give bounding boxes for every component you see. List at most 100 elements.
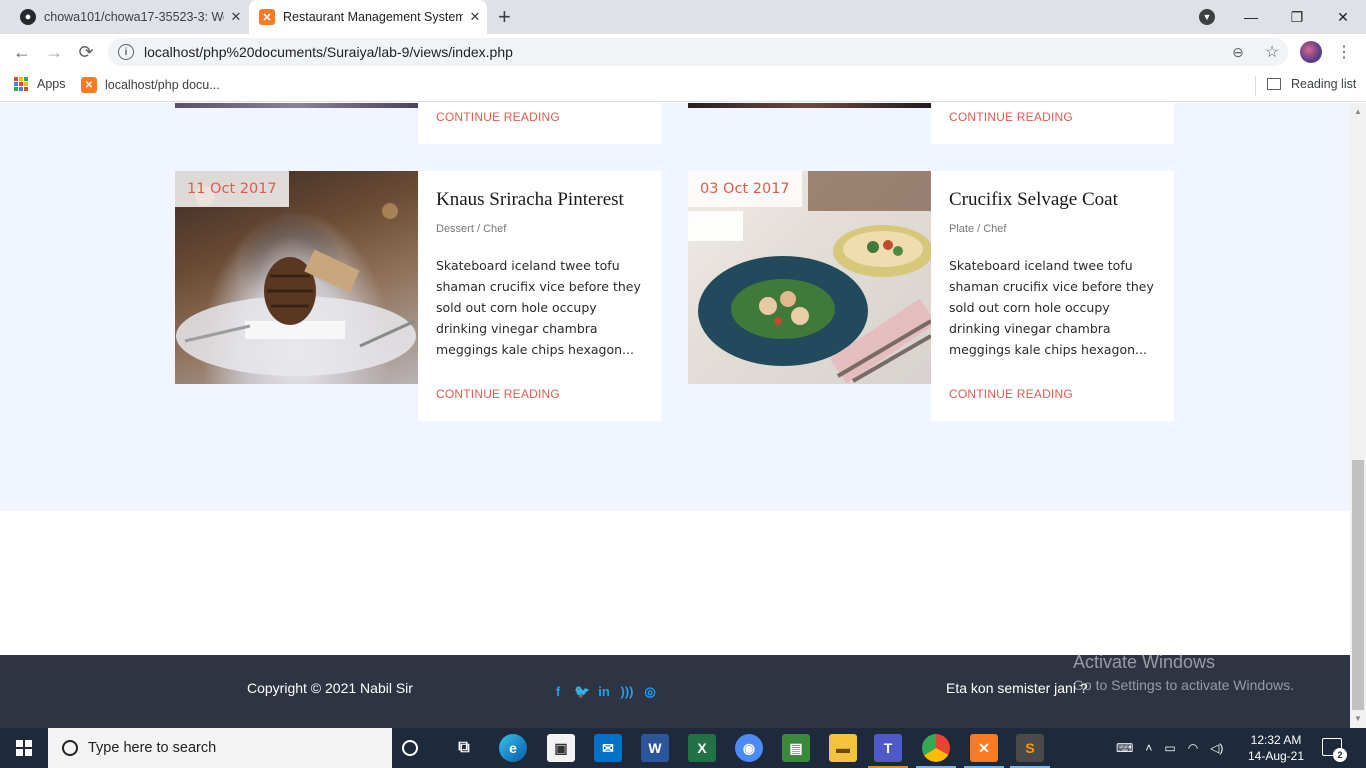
divider <box>1255 76 1256 96</box>
post-image <box>175 103 418 108</box>
post-card-body: Knaus Sriracha Pinterest Dessert / Chef … <box>418 171 661 421</box>
chevron-up-icon[interactable]: ˄ <box>1145 741 1152 755</box>
continue-reading-link[interactable]: CONTINUE READING <box>436 110 560 124</box>
apps-label: Apps <box>37 77 66 91</box>
url-text[interactable]: localhost/php%20documents/Suraiya/lab-9/… <box>144 44 1228 60</box>
minimize-button[interactable]: — <box>1228 0 1274 34</box>
copyright-text: Copyright © 2021 Nabil Sir <box>247 680 413 696</box>
new-tab-button[interactable]: + <box>498 6 511 28</box>
keyboard-icon[interactable]: ⌨ <box>1116 741 1133 755</box>
post-excerpt: Skateboard iceland twee tofu shaman cruc… <box>949 258 1154 357</box>
site-info-icon[interactable]: i <box>118 44 134 60</box>
start-button[interactable] <box>0 728 48 768</box>
apps-grid-icon <box>14 77 28 91</box>
mail-icon[interactable]: ✉ <box>594 734 622 762</box>
close-tab-icon[interactable]: ✕ <box>224 9 248 25</box>
profile-avatar[interactable] <box>1300 41 1322 63</box>
tab-title: chowa101/chowa17-35523-3: We <box>44 10 224 24</box>
sublime-icon[interactable]: S <box>1016 734 1044 762</box>
bookmark-star-icon[interactable]: ☆ <box>1262 42 1282 62</box>
tab-github[interactable]: ● chowa101/chowa17-35523-3: We ✕ <box>8 0 248 34</box>
xampp-icon: ✕ <box>259 9 275 25</box>
clock-date: 14-Aug-21 <box>1247 749 1305 763</box>
browser-tab-bar: ● chowa101/chowa17-35523-3: We ✕ ✕ Resta… <box>0 0 1366 34</box>
post-excerpt: Skateboard iceland twee tofu shaman cruc… <box>436 258 641 357</box>
search-placeholder: Type here to search <box>88 740 217 756</box>
post-title[interactable]: Knaus Sriracha Pinterest <box>436 189 624 211</box>
activate-windows-watermark: Activate Windows Go to Settings to activ… <box>1073 652 1294 693</box>
post-meta: Plate / Chef <box>949 223 1007 235</box>
tab-restaurant[interactable]: ✕ Restaurant Management System ✕ <box>249 0 487 34</box>
scroll-thumb[interactable] <box>1352 460 1364 710</box>
word-icon[interactable]: W <box>641 734 669 762</box>
watermark-subtitle: Go to Settings to activate Windows. <box>1073 677 1294 693</box>
bookmarks-bar: Apps ✕ localhost/php docu... Reading lis… <box>0 70 1366 102</box>
localhost-label: localhost/php docu... <box>105 78 220 92</box>
footer-right-text: Eta kon semister jani ? <box>946 680 1088 696</box>
dribbble-icon[interactable]: ◎ <box>643 684 657 700</box>
wifi-icon[interactable]: ◠ <box>1188 741 1198 755</box>
system-tray: ⌨ ˄ ▭ ◠ ◁) <box>1116 728 1223 768</box>
tab-search-icon[interactable]: ▼ <box>1199 9 1215 25</box>
tab-title: Restaurant Management System <box>283 10 463 24</box>
chrome-icon[interactable] <box>922 734 950 762</box>
back-button[interactable]: ← <box>10 40 34 64</box>
edge-icon[interactable]: e <box>499 734 527 762</box>
post-image <box>688 103 931 108</box>
apps-bookmark[interactable]: Apps <box>14 77 66 91</box>
task-view-icon[interactable]: ⧉ <box>450 734 478 762</box>
scroll-down-arrow-icon[interactable]: ▼ <box>1354 714 1362 723</box>
search-icon <box>62 740 78 756</box>
battery-icon[interactable]: ▭ <box>1164 741 1175 755</box>
restore-button[interactable]: ❐ <box>1274 0 1320 34</box>
continue-reading-link[interactable]: CONTINUE READING <box>436 387 560 401</box>
zoom-icon[interactable]: ⊖ <box>1228 44 1248 61</box>
address-bar[interactable]: i localhost/php%20documents/Suraiya/lab-… <box>108 38 1288 66</box>
windows-taskbar: Type here to search ⧉ e ▣ ✉ W X ◉ ▤ ▬ T … <box>0 728 1366 768</box>
facebook-icon[interactable]: f <box>551 684 565 700</box>
scroll-up-arrow-icon[interactable]: ▲ <box>1354 107 1362 116</box>
xampp-icon: ✕ <box>81 77 97 93</box>
browser-menu-icon[interactable]: ⋮ <box>1336 42 1352 62</box>
store-icon[interactable]: ▣ <box>547 734 575 762</box>
post-date-badge: 03 Oct 2017 <box>688 171 802 207</box>
volume-icon[interactable]: ◁) <box>1210 741 1223 755</box>
github-icon: ● <box>20 9 36 25</box>
twitter-icon[interactable]: 🐦 <box>574 684 590 700</box>
post-image[interactable]: 11 Oct 2017 <box>175 171 418 384</box>
cortana-icon[interactable] <box>402 740 418 756</box>
forward-button[interactable]: → <box>42 40 66 64</box>
post-title[interactable]: Crucifix Selvage Coat <box>949 189 1118 211</box>
chromium-icon[interactable]: ◉ <box>735 734 763 762</box>
linkedin-icon[interactable]: in <box>597 684 611 700</box>
close-tab-icon[interactable]: ✕ <box>463 9 487 25</box>
post-card-body: Crucifix Selvage Coat Plate / Chef Skate… <box>931 171 1174 421</box>
taskbar-search[interactable]: Type here to search <box>48 728 392 768</box>
file-explorer-icon[interactable]: ▬ <box>829 734 857 762</box>
localhost-bookmark[interactable]: ✕ localhost/php docu... <box>81 77 220 93</box>
social-links: f 🐦 in ))) ◎ <box>551 684 657 700</box>
page-scrollbar[interactable]: ▲ ▼ <box>1350 103 1366 728</box>
post-card-body: CONTINUE READING <box>418 103 661 144</box>
page-viewport: CONTINUE READING CONTINUE READING 11 Oct… <box>0 103 1350 728</box>
post-image[interactable]: 03 Oct 2017 <box>688 171 931 384</box>
reading-list-icon <box>1267 78 1281 90</box>
window-close-button[interactable]: ✕ <box>1320 0 1366 34</box>
rss-icon[interactable]: ))) <box>620 684 634 700</box>
watermark-title: Activate Windows <box>1073 652 1216 672</box>
app-icon[interactable]: ▤ <box>782 734 810 762</box>
continue-reading-link[interactable]: CONTINUE READING <box>949 387 1073 401</box>
post-date-badge: 11 Oct 2017 <box>175 171 289 207</box>
excel-icon[interactable]: X <box>688 734 716 762</box>
blog-section: CONTINUE READING CONTINUE READING 11 Oct… <box>0 103 1350 511</box>
taskbar-clock[interactable]: 12:32 AM 14-Aug-21 <box>1246 732 1306 764</box>
post-meta: Dessert / Chef <box>436 223 507 235</box>
reading-list-button[interactable]: Reading list <box>1267 77 1356 91</box>
clock-time: 12:32 AM <box>1250 733 1302 747</box>
reload-button[interactable]: ⟳ <box>74 40 98 64</box>
continue-reading-link[interactable]: CONTINUE READING <box>949 110 1073 124</box>
xampp-icon[interactable]: ✕ <box>970 734 998 762</box>
windows-logo-icon <box>16 740 32 756</box>
teams-icon[interactable]: T <box>874 734 902 762</box>
post-card-body: CONTINUE READING <box>931 103 1174 144</box>
